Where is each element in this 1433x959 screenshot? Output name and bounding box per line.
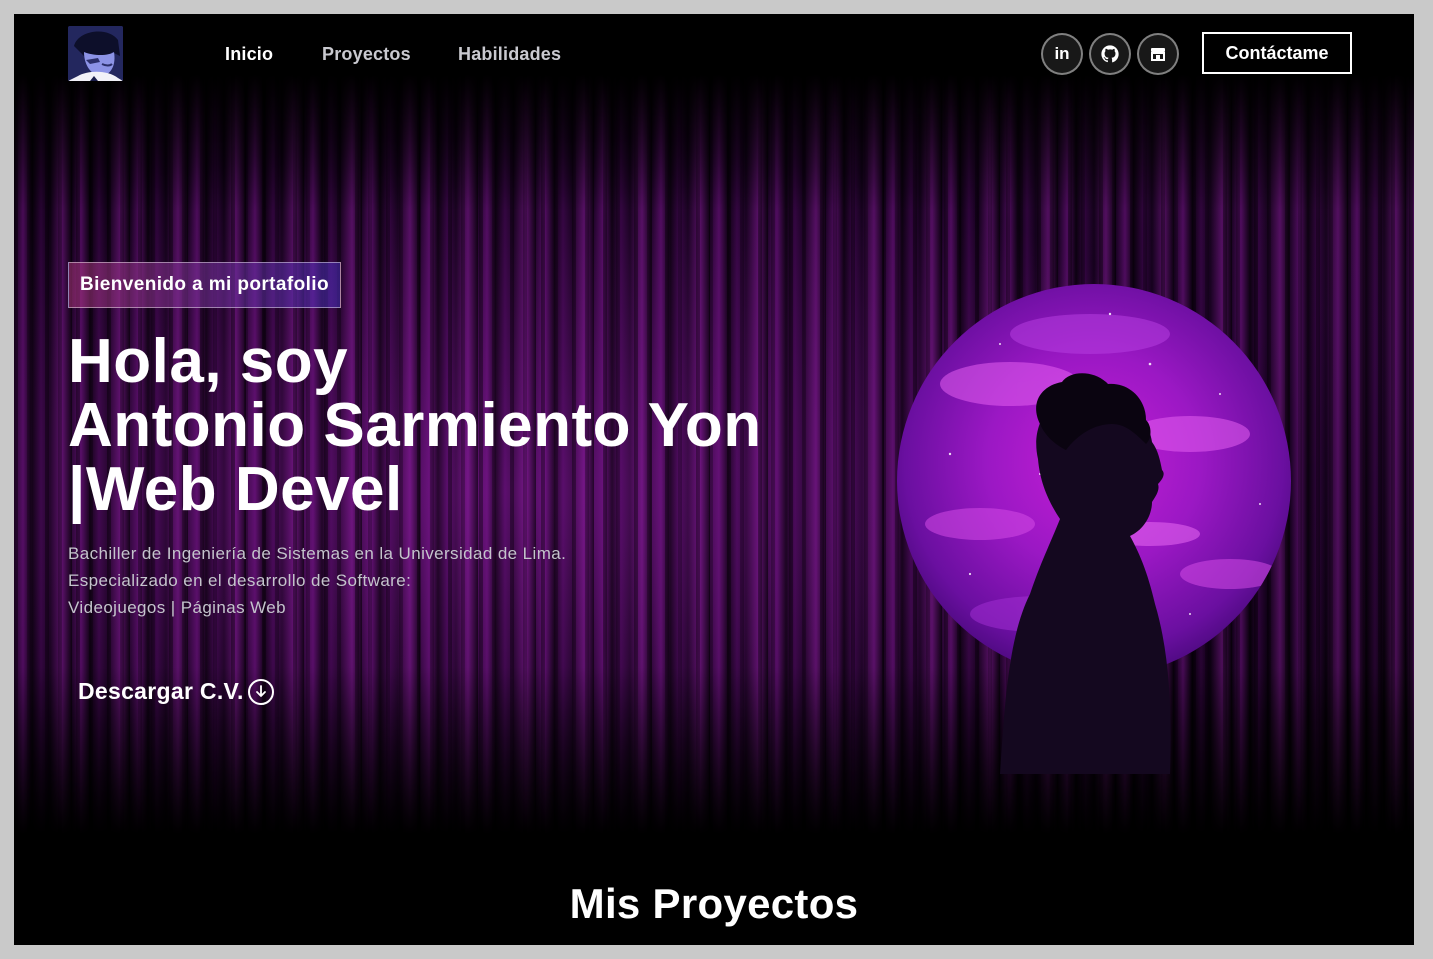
hero-desc-line-3: Videojuegos | Páginas Web [68, 598, 286, 617]
hero-title-greeting: Hola, soy [68, 327, 349, 396]
store-button[interactable] [1137, 33, 1179, 75]
profile-portrait [890, 274, 1310, 774]
github-icon [1101, 45, 1119, 63]
linkedin-icon: in [1054, 44, 1070, 63]
hero-title-role: |Web Devel [68, 455, 403, 524]
nav-link-proyectos[interactable]: Proyectos [322, 44, 411, 65]
portfolio-page: Inicio Proyectos Habilidades in Contácta… [14, 14, 1414, 945]
avatar-icon [68, 26, 123, 81]
arrow-down-circle-icon [247, 678, 274, 705]
projects-section-title: Mis Proyectos [569, 880, 859, 927]
store-icon [1151, 48, 1165, 61]
profile-image [897, 284, 1291, 774]
avatar-logo[interactable] [68, 26, 123, 81]
github-button[interactable] [1089, 33, 1131, 75]
hero-desc-line-2: Especializado en el desarrollo de Softwa… [68, 571, 412, 590]
nav-link-habilidades[interactable]: Habilidades [458, 44, 561, 65]
welcome-badge: Bienvenido a mi portafolio [68, 262, 341, 308]
hero-desc-line-1: Bachiller de Ingeniería de Sistemas en l… [68, 544, 567, 563]
linkedin-button[interactable]: in [1041, 33, 1083, 75]
contact-button[interactable]: Contáctame [1202, 32, 1352, 74]
hero-title: Hola, soy Antonio Sarmiento Yon |Web Dev… [68, 330, 762, 522]
download-cv-button[interactable]: Descargar C.V. [78, 678, 274, 705]
nav-link-inicio[interactable]: Inicio [225, 44, 273, 65]
download-cv-label: Descargar C.V. [78, 678, 244, 704]
hero-title-name: Antonio Sarmiento Yon [68, 391, 762, 460]
hero-description: Bachiller de Ingeniería de Sistemas en l… [68, 540, 566, 621]
navbar: Inicio Proyectos Habilidades in Contácta… [14, 14, 1414, 94]
